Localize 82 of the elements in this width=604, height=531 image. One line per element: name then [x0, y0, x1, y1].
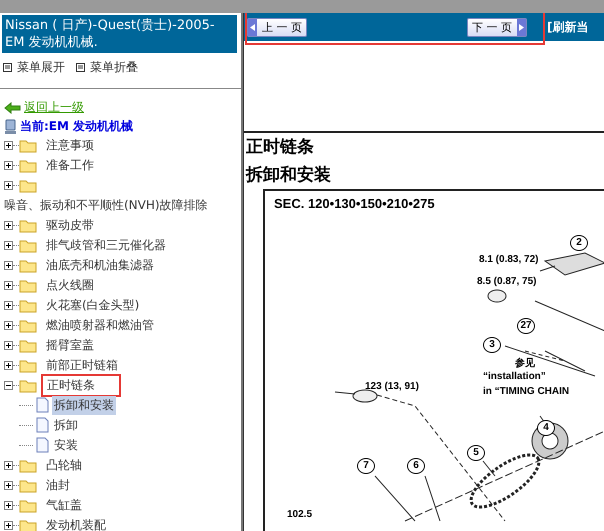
collapse-icon[interactable] [4, 380, 13, 390]
current-section: 当前:EM 发动机机械 [20, 118, 134, 135]
tree-item[interactable]: 注意事项 [41, 134, 99, 156]
note-text: “installation” [483, 371, 546, 382]
expand-icon[interactable] [4, 240, 13, 250]
folder-icon [19, 218, 37, 232]
tree-item[interactable]: 前部正时链箱 [41, 354, 123, 376]
expand-icon[interactable] [4, 180, 13, 190]
document-title: Nissan ( 日产)-Quest(贵士)-2005- EM 发动机机械. [2, 15, 237, 53]
callout-number: 3 [483, 337, 501, 353]
callout-number: 4 [537, 420, 555, 436]
expand-icon[interactable] [4, 160, 13, 170]
tree-item[interactable]: 摇臂室盖 [41, 334, 99, 356]
expand-icon[interactable] [4, 300, 13, 310]
tree-item[interactable]: 点火线圈 [41, 274, 99, 296]
tree-item[interactable]: 油封 [41, 474, 75, 496]
folder-icon [19, 338, 37, 352]
folder-icon [19, 298, 37, 312]
expand-icon[interactable] [4, 140, 13, 150]
folder-icon [19, 158, 37, 172]
folder-icon [19, 178, 37, 192]
page-subtitle: 拆卸和安装 [244, 164, 332, 187]
page-icon [36, 437, 49, 453]
tree-item[interactable]: 排气歧管和三元催化器 [41, 234, 171, 256]
expand-icon[interactable] [4, 320, 13, 330]
menu-icon [76, 63, 85, 72]
expand-icon[interactable] [4, 480, 13, 490]
page-title: 正时链条 [245, 136, 315, 159]
expand-icon[interactable] [4, 500, 13, 510]
folder-icon [19, 238, 37, 252]
torque-label: 102.5 [287, 509, 312, 520]
expand-icon[interactable] [4, 280, 13, 290]
folder-icon [19, 138, 37, 152]
tree-item[interactable]: 驱动皮带 [41, 214, 99, 236]
page-icon [36, 417, 49, 433]
folder-icon [19, 458, 37, 472]
callout-number: 6 [407, 458, 425, 474]
tree-item[interactable]: 安装 [52, 436, 80, 454]
tree-item[interactable]: 发动机装配 [41, 514, 111, 531]
section-number: SEC. 120•130•150•210•275 [274, 196, 435, 211]
note-text: in “TIMING CHAIN [483, 386, 570, 397]
expand-icon[interactable] [4, 460, 13, 470]
folder-icon [19, 258, 37, 272]
callout-number: 5 [467, 445, 485, 461]
tree-item[interactable]: 噪音、振动和不平顺性(NVH)故障排除 [2, 195, 210, 215]
page-icon [36, 397, 49, 413]
computer-icon [4, 118, 17, 134]
folder-icon [19, 478, 37, 492]
torque-label: 8.5 (0.87, 75) [477, 276, 536, 287]
tree-item[interactable]: 拆卸 [52, 416, 80, 434]
folder-icon [19, 518, 37, 531]
tree-item[interactable]: 准备工作 [41, 154, 99, 176]
refresh-link[interactable]: [刷新当 [547, 18, 588, 36]
previous-page-button[interactable]: 上 一 页 [247, 18, 307, 36]
expand-icon[interactable] [4, 220, 13, 230]
tree-item[interactable]: 拆卸和安装 [52, 396, 116, 414]
next-page-button[interactable]: 下 一 页 [467, 18, 527, 36]
menu-icon [3, 63, 12, 72]
torque-label: 8.1 (0.83, 72) [479, 254, 538, 265]
back-arrow-icon [4, 102, 21, 114]
folder-icon [19, 318, 37, 332]
torque-label: 123 (13, 91) [365, 381, 419, 392]
tree-item[interactable]: 油底壳和机油集滤器 [41, 254, 159, 276]
callout-number: 2 [570, 235, 588, 251]
note-text: 参见 [515, 356, 535, 370]
folder-icon [19, 358, 37, 372]
tree-item[interactable]: 凸轮轴 [41, 454, 87, 476]
callout-number: 7 [357, 458, 375, 474]
tree-item[interactable]: 气缸盖 [41, 494, 87, 516]
folder-icon [19, 278, 37, 292]
expand-icon[interactable] [4, 260, 13, 270]
expand-icon[interactable] [4, 520, 13, 530]
back-link[interactable]: 返回上一级 [24, 99, 84, 116]
callout-number: 27 [517, 318, 535, 334]
folder-icon [19, 378, 37, 392]
tree-item[interactable]: 火花塞(白金头型) [41, 294, 144, 316]
menu-link[interactable]: 菜单折叠 [90, 59, 138, 76]
tree-item[interactable]: 燃油喷射器和燃油管 [41, 314, 159, 336]
folder-icon [19, 498, 37, 512]
menu-link[interactable]: 菜单展开 [17, 59, 65, 76]
expand-icon[interactable] [4, 360, 13, 370]
expand-icon[interactable] [4, 340, 13, 350]
